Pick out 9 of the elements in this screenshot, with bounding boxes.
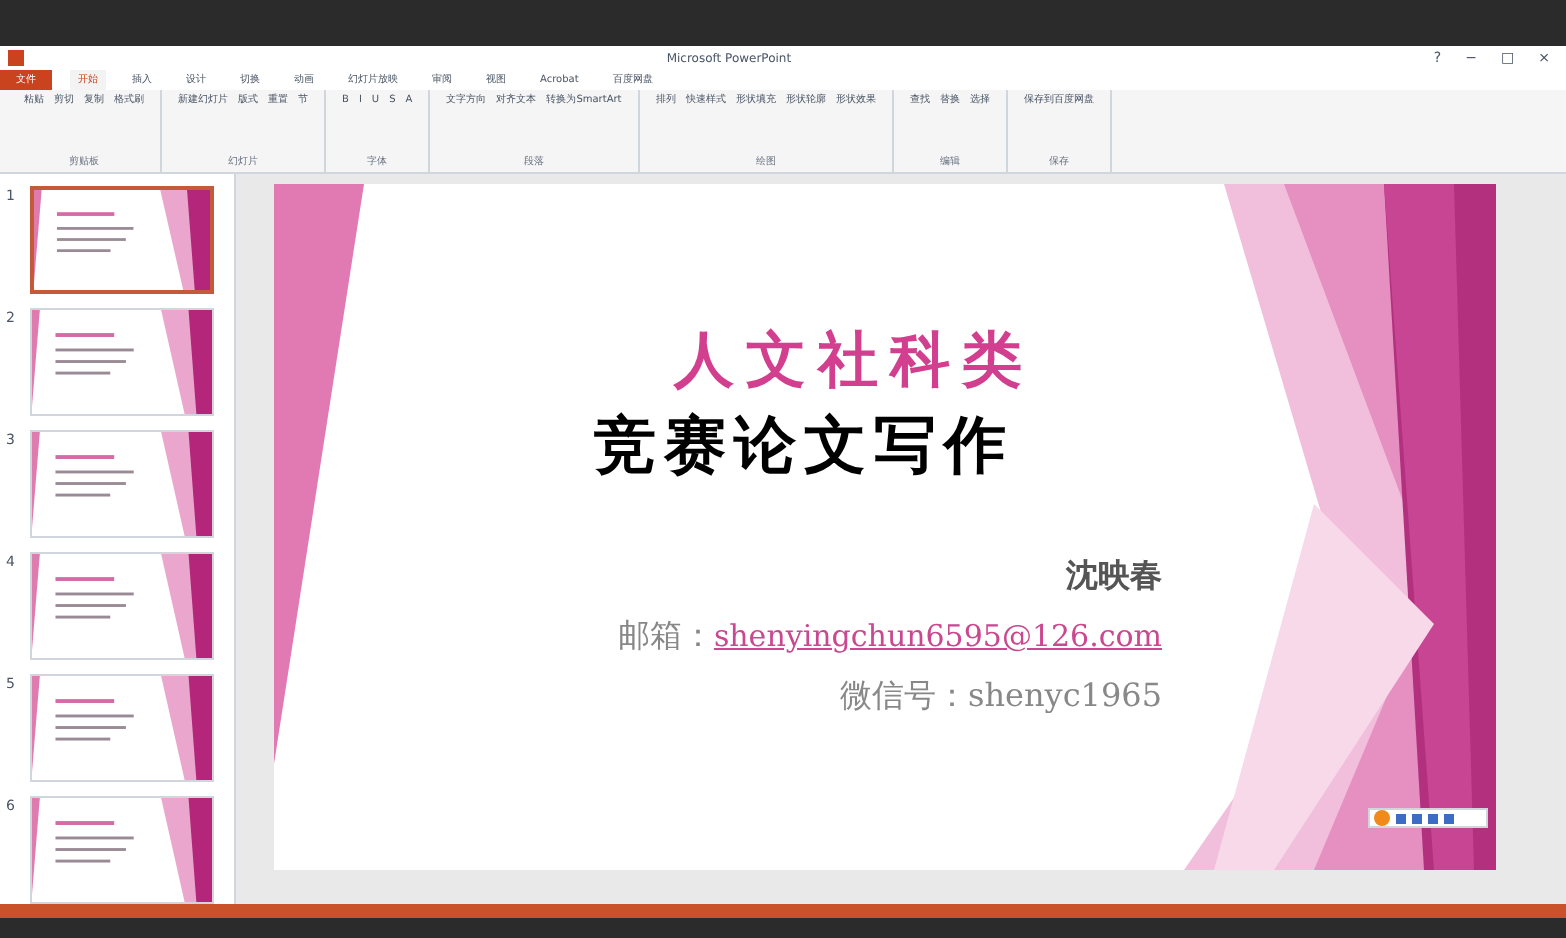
author-name: 沈映春 (1066, 554, 1162, 599)
input-method-toolbar[interactable] (1368, 808, 1488, 829)
slide-thumbnail[interactable] (30, 186, 214, 295)
wechat-id: 微信号：shenyc1965 (839, 674, 1162, 719)
slide-title: 人文社科类 (674, 326, 1034, 397)
email-link[interactable]: shenyingchun6595@126.com (713, 614, 1162, 660)
email-label: 邮箱： (617, 614, 714, 659)
app-logo-icon (8, 50, 24, 67)
slide-subtitle: 竞赛论文写作 (594, 410, 1014, 483)
